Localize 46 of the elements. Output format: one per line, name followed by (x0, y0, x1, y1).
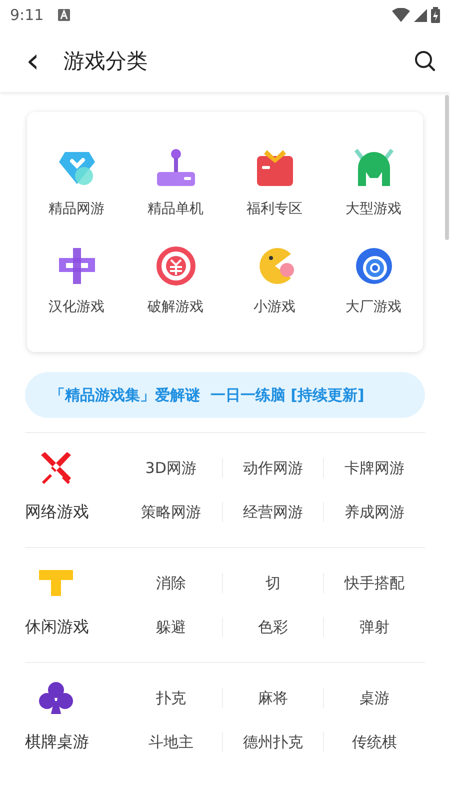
subgenre-link[interactable]: 扑克 (120, 688, 222, 708)
subgenre-link[interactable]: 传统棋 (323, 732, 425, 752)
genre-title[interactable]: 网络游戏 (25, 502, 120, 522)
category-item[interactable]: 小游戏 (225, 246, 324, 316)
subgenre-link[interactable]: 德州扑克 (222, 732, 324, 752)
swirl-icon (354, 246, 394, 286)
keyboard-notification-icon (58, 9, 70, 21)
battery-charging-icon (431, 7, 440, 23)
yen-coin-icon (156, 246, 196, 286)
category-item[interactable]: 精品单机 (126, 148, 225, 218)
subgenre-link[interactable]: 弹射 (323, 617, 425, 637)
t-block-icon (39, 570, 73, 596)
subgenre-link[interactable]: 麻将 (222, 688, 324, 708)
subgenre-link[interactable]: 切 (222, 573, 324, 593)
category-item[interactable]: 大型游戏 (324, 148, 423, 218)
category-item[interactable]: 精品网游 (27, 148, 126, 218)
subgenre-link[interactable]: 策略网游 (120, 502, 222, 522)
subgenre-link[interactable]: 桌游 (323, 688, 425, 708)
subgenre-link[interactable]: 经营网游 (222, 502, 324, 522)
genre-title[interactable]: 休闲游戏 (25, 616, 120, 638)
category-item[interactable]: 汉化游戏 (27, 246, 126, 316)
subgenre-link[interactable]: 斗地主 (120, 732, 222, 752)
status-time: 9:11 (10, 6, 44, 24)
subgenre-link[interactable]: 快手搭配 (323, 573, 425, 593)
subgenre-link[interactable]: 卡牌网游 (323, 458, 425, 478)
back-button[interactable]: ‹ (18, 44, 48, 78)
genre-title[interactable]: 棋牌桌游 (25, 732, 120, 752)
category-item[interactable]: 福利专区 (225, 148, 324, 218)
helmet-icon (354, 148, 394, 188)
subgenre-link[interactable]: 养成网游 (323, 502, 425, 522)
gift-card-icon (254, 148, 294, 188)
crossed-swords-icon (39, 451, 73, 485)
club-suit-icon (39, 681, 73, 715)
wifi-icon (392, 8, 410, 22)
joystick-icon (156, 148, 196, 188)
signal-icon (414, 8, 427, 22)
subgenre-link[interactable]: 3D网游 (120, 458, 222, 478)
subgenre-link[interactable]: 动作网游 (222, 458, 324, 478)
subgenre-link[interactable]: 色彩 (222, 617, 324, 637)
subgenre-link[interactable]: 消除 (120, 573, 222, 593)
subgenre-link[interactable]: 躲避 (120, 617, 222, 637)
page-title: 游戏分类 (64, 48, 148, 75)
category-item[interactable]: 大厂游戏 (324, 246, 423, 316)
search-icon[interactable] (414, 50, 436, 72)
hanzi-character-icon (56, 246, 96, 286)
category-item[interactable]: 破解游戏 (126, 246, 225, 316)
